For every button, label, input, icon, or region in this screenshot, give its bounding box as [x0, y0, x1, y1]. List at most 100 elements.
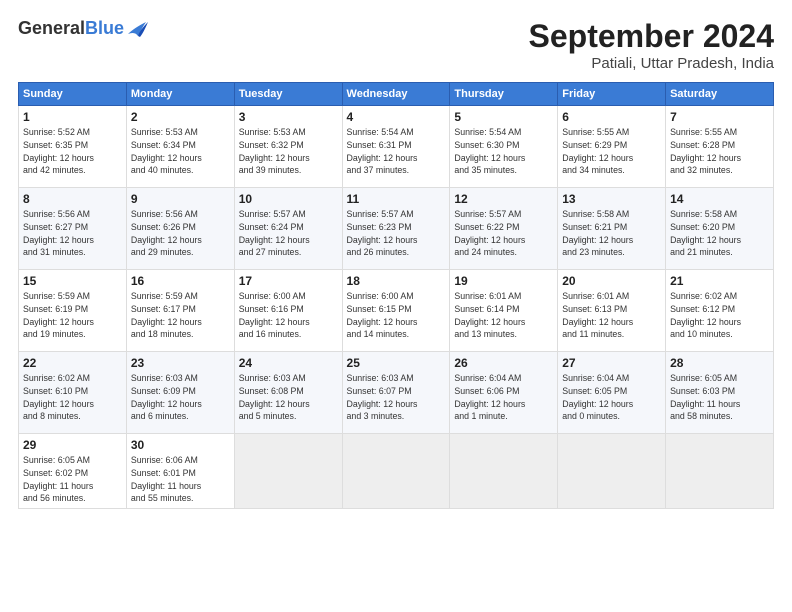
- day-number: 17: [239, 274, 338, 288]
- day-number: 30: [131, 438, 230, 452]
- calendar-cell: 4Sunrise: 5:54 AM Sunset: 6:31 PM Daylig…: [342, 106, 450, 188]
- day-info: Sunrise: 6:00 AM Sunset: 6:16 PM Dayligh…: [239, 290, 338, 341]
- day-number: 12: [454, 192, 553, 206]
- day-number: 19: [454, 274, 553, 288]
- calendar-table: SundayMondayTuesdayWednesdayThursdayFrid…: [18, 82, 774, 509]
- calendar-cell: 28 Sunrise: 6:05 AM Sunset: 6:03 PM Dayli…: [666, 352, 774, 434]
- logo: General Blue: [18, 18, 148, 39]
- logo-blue-text: Blue: [85, 18, 124, 39]
- calendar-cell: 22 Sunrise: 6:02 AM Sunset: 6:10 PM Dayli…: [19, 352, 127, 434]
- calendar-cell: 13 Sunrise: 5:58 AM Sunset: 6:21 PM Dayli…: [558, 188, 666, 270]
- day-info: Sunrise: 5:54 AM Sunset: 6:30 PM Dayligh…: [454, 126, 553, 177]
- calendar-cell: 14 Sunrise: 5:58 AM Sunset: 6:20 PM Dayli…: [666, 188, 774, 270]
- day-info: Sunrise: 6:05 AM Sunset: 6:03 PM Dayligh…: [670, 372, 769, 423]
- day-info: Sunrise: 5:57 AM Sunset: 6:23 PM Dayligh…: [347, 208, 446, 259]
- day-info: Sunrise: 6:02 AM Sunset: 6:10 PM Dayligh…: [23, 372, 122, 423]
- day-number: 1: [23, 110, 122, 124]
- calendar-cell: 8 Sunrise: 5:56 AM Sunset: 6:27 PM Daylig…: [19, 188, 127, 270]
- calendar-cell: 1 Sunrise: 5:52 AM Sunset: 6:35 PM Daylig…: [19, 106, 127, 188]
- calendar-cell: 29 Sunrise: 6:05 AM Sunset: 6:02 PM Dayli…: [19, 434, 127, 509]
- day-number: 27: [562, 356, 661, 370]
- day-info: Sunrise: 6:03 AM Sunset: 6:07 PM Dayligh…: [347, 372, 446, 423]
- calendar-cell: 17 Sunrise: 6:00 AM Sunset: 6:16 PM Dayli…: [234, 270, 342, 352]
- day-number: 5: [454, 110, 553, 124]
- day-info: Sunrise: 6:04 AM Sunset: 6:05 PM Dayligh…: [562, 372, 661, 423]
- calendar-header-tuesday: Tuesday: [234, 83, 342, 106]
- day-number: 22: [23, 356, 122, 370]
- day-info: Sunrise: 5:58 AM Sunset: 6:20 PM Dayligh…: [670, 208, 769, 259]
- day-info: Sunrise: 5:56 AM Sunset: 6:27 PM Dayligh…: [23, 208, 122, 259]
- calendar-cell: 11 Sunrise: 5:57 AM Sunset: 6:23 PM Dayli…: [342, 188, 450, 270]
- day-info: Sunrise: 5:53 AM Sunset: 6:34 PM Dayligh…: [131, 126, 230, 177]
- calendar-cell: 23Sunrise: 6:03 AM Sunset: 6:09 PM Dayli…: [126, 352, 234, 434]
- calendar-cell: 20 Sunrise: 6:01 AM Sunset: 6:13 PM Dayli…: [558, 270, 666, 352]
- day-number: 2: [131, 110, 230, 124]
- day-number: 8: [23, 192, 122, 206]
- calendar-cell: 3Sunrise: 5:53 AM Sunset: 6:32 PM Daylig…: [234, 106, 342, 188]
- day-number: 28: [670, 356, 769, 370]
- day-info: Sunrise: 5:52 AM Sunset: 6:35 PM Dayligh…: [23, 126, 122, 177]
- calendar-cell: 6 Sunrise: 5:55 AM Sunset: 6:29 PM Daylig…: [558, 106, 666, 188]
- calendar-cell: 12 Sunrise: 5:57 AM Sunset: 6:22 PM Dayli…: [450, 188, 558, 270]
- calendar-header-wednesday: Wednesday: [342, 83, 450, 106]
- day-info: Sunrise: 6:01 AM Sunset: 6:13 PM Dayligh…: [562, 290, 661, 341]
- month-title: September 2024: [529, 18, 774, 55]
- day-number: 16: [131, 274, 230, 288]
- day-number: 3: [239, 110, 338, 124]
- day-number: 15: [23, 274, 122, 288]
- day-number: 21: [670, 274, 769, 288]
- day-info: Sunrise: 5:55 AM Sunset: 6:29 PM Dayligh…: [562, 126, 661, 177]
- calendar-cell: [342, 434, 450, 509]
- calendar-cell: [450, 434, 558, 509]
- day-number: 20: [562, 274, 661, 288]
- day-number: 18: [347, 274, 446, 288]
- page: General Blue September 2024 Patiali, Utt…: [0, 0, 792, 612]
- day-number: 14: [670, 192, 769, 206]
- calendar-cell: 5 Sunrise: 5:54 AM Sunset: 6:30 PM Daylig…: [450, 106, 558, 188]
- calendar-week-5: 29 Sunrise: 6:05 AM Sunset: 6:02 PM Dayli…: [19, 434, 774, 509]
- day-info: Sunrise: 6:04 AM Sunset: 6:06 PM Dayligh…: [454, 372, 553, 423]
- day-number: 11: [347, 192, 446, 206]
- calendar-cell: [234, 434, 342, 509]
- calendar-cell: 18Sunrise: 6:00 AM Sunset: 6:15 PM Dayli…: [342, 270, 450, 352]
- day-info: Sunrise: 6:03 AM Sunset: 6:09 PM Dayligh…: [131, 372, 230, 423]
- day-info: Sunrise: 6:01 AM Sunset: 6:14 PM Dayligh…: [454, 290, 553, 341]
- calendar-cell: 21 Sunrise: 6:02 AM Sunset: 6:12 PM Dayli…: [666, 270, 774, 352]
- calendar-cell: 26 Sunrise: 6:04 AM Sunset: 6:06 PM Dayli…: [450, 352, 558, 434]
- day-number: 24: [239, 356, 338, 370]
- day-info: Sunrise: 6:02 AM Sunset: 6:12 PM Dayligh…: [670, 290, 769, 341]
- title-block: September 2024 Patiali, Uttar Pradesh, I…: [529, 18, 774, 72]
- day-info: Sunrise: 5:59 AM Sunset: 6:17 PM Dayligh…: [131, 290, 230, 341]
- calendar-week-4: 22 Sunrise: 6:02 AM Sunset: 6:10 PM Dayli…: [19, 352, 774, 434]
- day-number: 26: [454, 356, 553, 370]
- day-info: Sunrise: 5:55 AM Sunset: 6:28 PM Dayligh…: [670, 126, 769, 177]
- day-number: 13: [562, 192, 661, 206]
- day-number: 10: [239, 192, 338, 206]
- calendar-header-saturday: Saturday: [666, 83, 774, 106]
- day-info: Sunrise: 6:05 AM Sunset: 6:02 PM Dayligh…: [23, 454, 122, 505]
- day-info: Sunrise: 5:59 AM Sunset: 6:19 PM Dayligh…: [23, 290, 122, 341]
- day-info: Sunrise: 5:58 AM Sunset: 6:21 PM Dayligh…: [562, 208, 661, 259]
- calendar-cell: 25 Sunrise: 6:03 AM Sunset: 6:07 PM Dayli…: [342, 352, 450, 434]
- day-number: 29: [23, 438, 122, 452]
- day-info: Sunrise: 5:54 AM Sunset: 6:31 PM Dayligh…: [347, 126, 446, 177]
- calendar-cell: 10Sunrise: 5:57 AM Sunset: 6:24 PM Dayli…: [234, 188, 342, 270]
- calendar-cell: 7Sunrise: 5:55 AM Sunset: 6:28 PM Daylig…: [666, 106, 774, 188]
- calendar-week-1: 1 Sunrise: 5:52 AM Sunset: 6:35 PM Daylig…: [19, 106, 774, 188]
- day-info: Sunrise: 6:06 AM Sunset: 6:01 PM Dayligh…: [131, 454, 230, 505]
- calendar-cell: 9Sunrise: 5:56 AM Sunset: 6:26 PM Daylig…: [126, 188, 234, 270]
- day-info: Sunrise: 5:57 AM Sunset: 6:22 PM Dayligh…: [454, 208, 553, 259]
- logo-general-text: General: [18, 18, 85, 39]
- day-number: 25: [347, 356, 446, 370]
- calendar-cell: [558, 434, 666, 509]
- day-number: 6: [562, 110, 661, 124]
- calendar-header-row: SundayMondayTuesdayWednesdayThursdayFrid…: [19, 83, 774, 106]
- calendar-cell: 27 Sunrise: 6:04 AM Sunset: 6:05 PM Dayli…: [558, 352, 666, 434]
- location-subtitle: Patiali, Uttar Pradesh, India: [529, 55, 774, 72]
- day-number: 9: [131, 192, 230, 206]
- calendar-cell: 19 Sunrise: 6:01 AM Sunset: 6:14 PM Dayli…: [450, 270, 558, 352]
- calendar-week-2: 8 Sunrise: 5:56 AM Sunset: 6:27 PM Daylig…: [19, 188, 774, 270]
- calendar-cell: 16 Sunrise: 5:59 AM Sunset: 6:17 PM Dayli…: [126, 270, 234, 352]
- calendar-week-3: 15 Sunrise: 5:59 AM Sunset: 6:19 PM Dayli…: [19, 270, 774, 352]
- calendar-cell: 24Sunrise: 6:03 AM Sunset: 6:08 PM Dayli…: [234, 352, 342, 434]
